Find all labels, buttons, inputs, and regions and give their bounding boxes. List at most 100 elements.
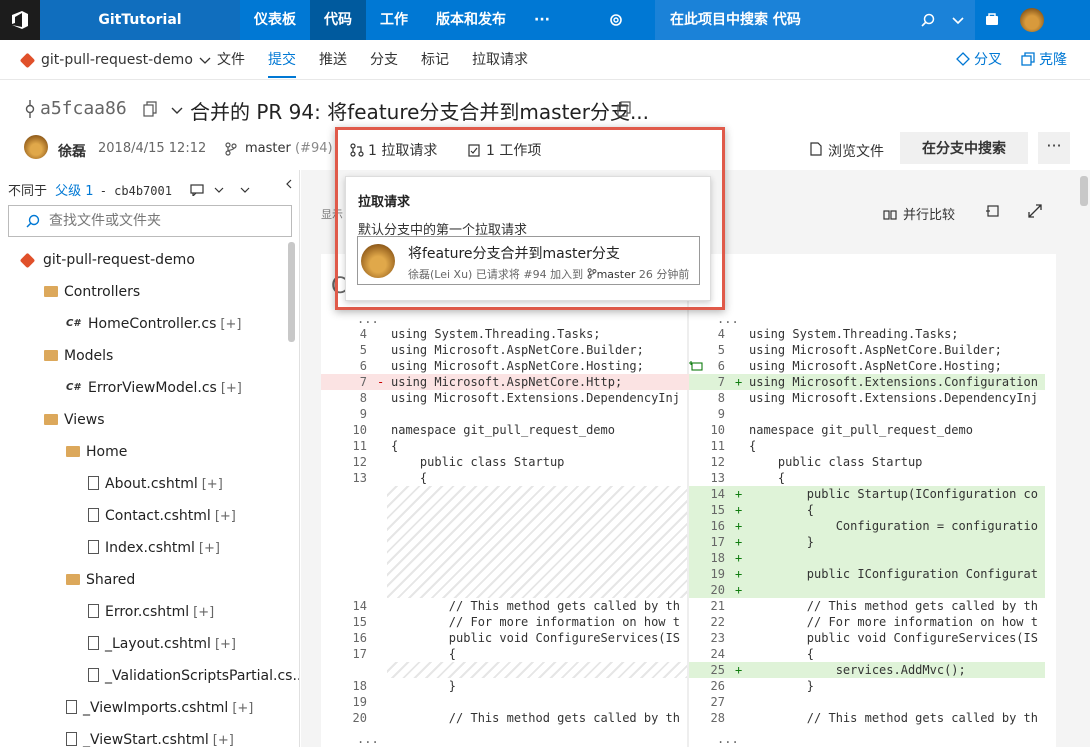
line-number[interactable]: 4 [689, 326, 735, 342]
ellipsis-left-bottom[interactable]: ... [357, 732, 379, 746]
ellipsis-right-bottom[interactable]: ... [717, 732, 739, 746]
line-number[interactable]: 6 [689, 358, 735, 374]
line-number[interactable]: 17 [321, 646, 377, 662]
tree-item[interactable]: _ValidationScriptsPartial.cs... [0, 660, 299, 692]
line-number[interactable]: 13 [321, 470, 377, 486]
user-avatar[interactable] [1020, 8, 1044, 32]
azure-devops-logo[interactable] [0, 0, 40, 40]
line-number[interactable]: 21 [689, 598, 735, 614]
line-number[interactable]: 28 [689, 710, 735, 726]
line-number[interactable]: 19 [689, 566, 735, 582]
line-number[interactable]: 8 [321, 390, 377, 406]
fullscreen-icon[interactable] [1027, 203, 1043, 219]
tree-item[interactable]: _ViewImports.cshtml [+] [0, 692, 288, 724]
search-icon[interactable] [920, 12, 936, 28]
line-number[interactable]: 16 [321, 630, 377, 646]
line-number[interactable]: 18 [689, 550, 735, 566]
line-number[interactable]: 27 [689, 694, 735, 710]
inline-diff-icon[interactable] [985, 203, 1001, 219]
nav-dashboard[interactable]: 仪表板 [240, 0, 310, 40]
side-by-side-toggle[interactable]: 并行比较 [883, 204, 955, 223]
browse-files-button[interactable]: 浏览文件 [810, 141, 884, 161]
chevron-down-icon[interactable] [952, 14, 964, 26]
ellipsis-left-top[interactable]: ... [357, 312, 379, 326]
line-number[interactable]: 25 [689, 662, 735, 678]
tree-item[interactable]: Views [0, 404, 288, 436]
tree-item[interactable]: Controllers [0, 276, 288, 308]
line-number[interactable]: 5 [321, 342, 377, 358]
line-number[interactable]: 23 [689, 630, 735, 646]
copy-icon[interactable] [617, 101, 631, 117]
sidebar-scrollbar[interactable] [288, 242, 295, 342]
tree-item[interactable]: Index.cshtml [+] [0, 532, 288, 564]
commit-branch[interactable]: master (#94) [225, 141, 333, 156]
tree-item[interactable]: Models [0, 340, 288, 372]
collapse-left-icon[interactable] [284, 179, 294, 189]
line-number[interactable]: 17 [689, 534, 735, 550]
tab-branches[interactable]: 分支 [370, 40, 398, 80]
line-number[interactable]: 18 [321, 678, 377, 694]
line-number[interactable]: 20 [689, 582, 735, 598]
line-number[interactable]: 13 [689, 470, 735, 486]
tab-pushes[interactable]: 推送 [319, 40, 347, 80]
line-number[interactable]: 7 [689, 374, 735, 390]
chevron-down-icon[interactable] [214, 185, 224, 195]
line-number[interactable]: 9 [321, 406, 377, 422]
search-in-branch-button[interactable]: 在分支中搜索 [900, 132, 1028, 164]
line-number[interactable]: 10 [689, 422, 735, 438]
tab-pull-requests[interactable]: 拉取请求 [472, 40, 528, 80]
tree-item[interactable]: Contact.cshtml [+] [0, 500, 288, 532]
line-number[interactable]: 10 [321, 422, 377, 438]
line-number[interactable]: 19 [321, 694, 377, 710]
line-number[interactable]: 11 [689, 438, 735, 454]
nav-work[interactable]: 工作 [366, 0, 422, 40]
project-name[interactable]: GitTutorial [40, 0, 240, 40]
commit-hash[interactable]: a5fcaa86 [40, 98, 127, 119]
line-number[interactable]: 8 [689, 390, 735, 406]
tree-item[interactable]: Error.cshtml [+] [0, 596, 288, 628]
fork-button[interactable]: 分叉 [956, 40, 1002, 80]
tab-tags[interactable]: 标记 [421, 40, 449, 80]
pull-request-card[interactable]: 将feature分支合并到master分支 徐磊(Lei Xu) 已请求将 #9… [357, 236, 700, 285]
clone-button[interactable]: 克隆 [1021, 40, 1067, 80]
line-number[interactable]: 15 [321, 614, 377, 630]
commit-author[interactable]: 徐磊 [58, 141, 86, 161]
tab-commits[interactable]: 提交 [268, 40, 296, 80]
line-number[interactable]: 20 [321, 710, 377, 726]
repo-selector[interactable]: git-pull-request-demo [19, 40, 211, 80]
file-filter-input[interactable]: 查找文件或文件夹 [8, 205, 292, 237]
nav-code[interactable]: 代码 [310, 0, 366, 40]
copy-icon[interactable] [143, 101, 157, 117]
tree-item[interactable]: About.cshtml [+] [0, 468, 288, 500]
line-number[interactable]: 26 [689, 678, 735, 694]
settings-gear-icon[interactable] [596, 0, 636, 40]
work-items-link[interactable]: 1 工作项 [468, 140, 541, 160]
tree-item[interactable]: git-pull-request-demo [0, 244, 288, 276]
line-number[interactable]: 14 [321, 598, 377, 614]
tree-item[interactable]: _ViewStart.cshtml [+] [0, 724, 288, 747]
ellipsis-right-top[interactable]: ... [717, 312, 739, 326]
tab-files[interactable]: 文件 [217, 40, 245, 80]
line-number[interactable]: 9 [689, 406, 735, 422]
main-scrollbar[interactable] [1080, 176, 1088, 206]
nav-more[interactable]: ··· [520, 0, 564, 40]
line-number[interactable]: 6 [321, 358, 377, 374]
tree-item[interactable]: _Layout.cshtml [+] [0, 628, 288, 660]
line-number[interactable]: 15 [689, 502, 735, 518]
tree-item[interactable]: C# ErrorViewModel.cs [+] [0, 372, 288, 404]
line-number[interactable]: 11 [321, 438, 377, 454]
comments-icon[interactable] [190, 184, 204, 198]
line-number[interactable]: 12 [689, 454, 735, 470]
line-number[interactable]: 16 [689, 518, 735, 534]
line-number[interactable]: 14 [689, 486, 735, 502]
compare-selector[interactable]: 不同于 父级 1 - cb4b7001 [8, 179, 292, 199]
line-number[interactable]: 22 [689, 614, 735, 630]
tree-item[interactable]: C# HomeController.cs [+] [0, 308, 288, 340]
chevron-down-icon[interactable] [240, 185, 250, 195]
line-number[interactable]: 5 [689, 342, 735, 358]
nav-build-release[interactable]: 版本和发布 [422, 0, 520, 40]
more-actions-button[interactable]: ··· [1038, 132, 1070, 164]
line-number[interactable]: 24 [689, 646, 735, 662]
pull-requests-link[interactable]: 1 拉取请求 [350, 140, 437, 160]
line-number[interactable]: 12 [321, 454, 377, 470]
